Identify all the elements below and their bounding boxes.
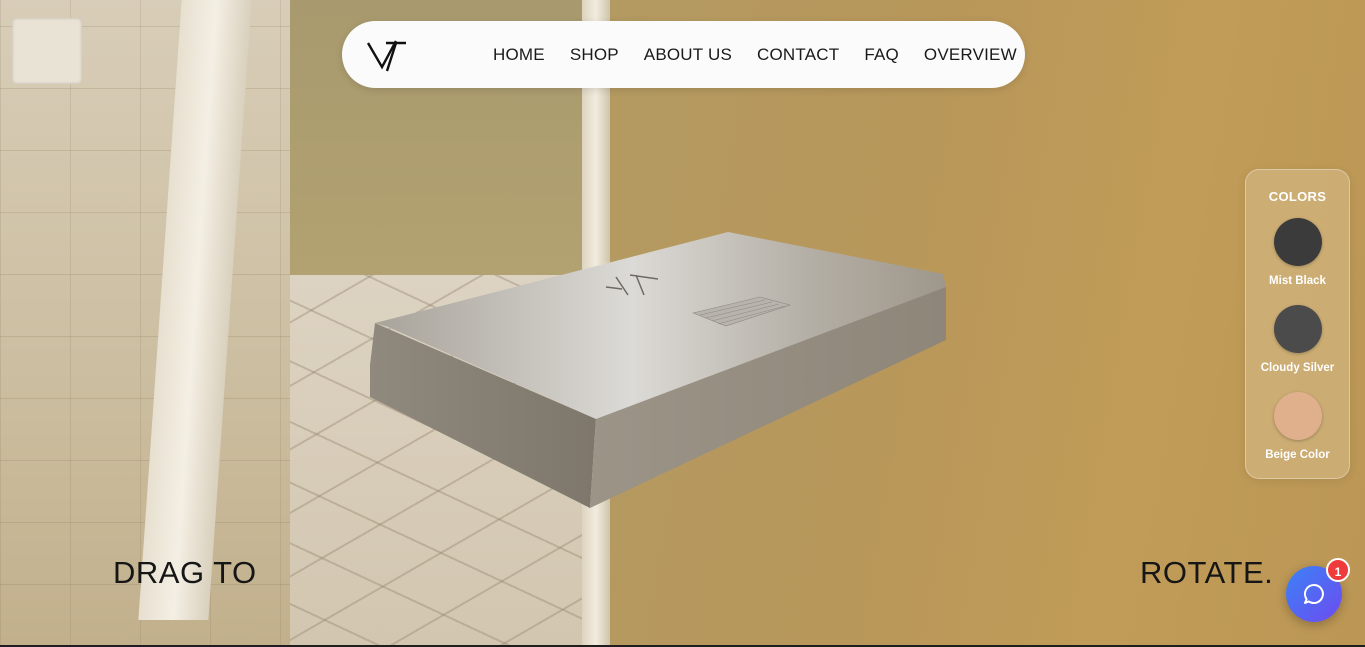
wall-outlet — [12, 18, 82, 84]
chat-notification-badge: 1 — [1326, 558, 1350, 582]
color-swatch[interactable] — [1273, 305, 1322, 353]
product-3d-model[interactable] — [360, 225, 960, 525]
nav-links: HOME SHOP ABOUT US CONTACT FAQ OVERVIEW — [493, 21, 1017, 88]
nav-link-shop[interactable]: SHOP — [570, 45, 619, 65]
top-navigation: HOME SHOP ABOUT US CONTACT FAQ OVERVIEW — [342, 21, 1025, 88]
nav-link-contact[interactable]: CONTACT — [757, 45, 839, 65]
nav-link-overview[interactable]: OVERVIEW — [924, 45, 1017, 65]
color-swatch[interactable] — [1273, 392, 1322, 440]
vt-logo-icon[interactable] — [366, 37, 408, 73]
chat-bubble-icon — [1302, 582, 1326, 606]
colors-panel: COLORS Mist Black Cloudy Silver Beige Co… — [1245, 169, 1350, 479]
nav-link-faq[interactable]: FAQ — [864, 45, 899, 65]
color-option-mist-black[interactable]: Mist Black — [1246, 218, 1349, 287]
color-swatch[interactable] — [1273, 218, 1322, 266]
drag-to-text: DRAG TO — [113, 555, 257, 590]
nav-link-home[interactable]: HOME — [493, 45, 545, 65]
colors-panel-title: COLORS — [1268, 189, 1327, 204]
color-option-label: Beige Color — [1265, 449, 1330, 461]
color-option-cloudy-silver[interactable]: Cloudy Silver — [1246, 305, 1349, 374]
rotate-text: ROTATE. — [1140, 555, 1274, 590]
nav-link-about-us[interactable]: ABOUT US — [644, 45, 732, 65]
color-option-label: Cloudy Silver — [1260, 362, 1335, 374]
color-option-beige[interactable]: Beige Color — [1246, 392, 1349, 461]
color-option-label: Mist Black — [1269, 275, 1326, 287]
